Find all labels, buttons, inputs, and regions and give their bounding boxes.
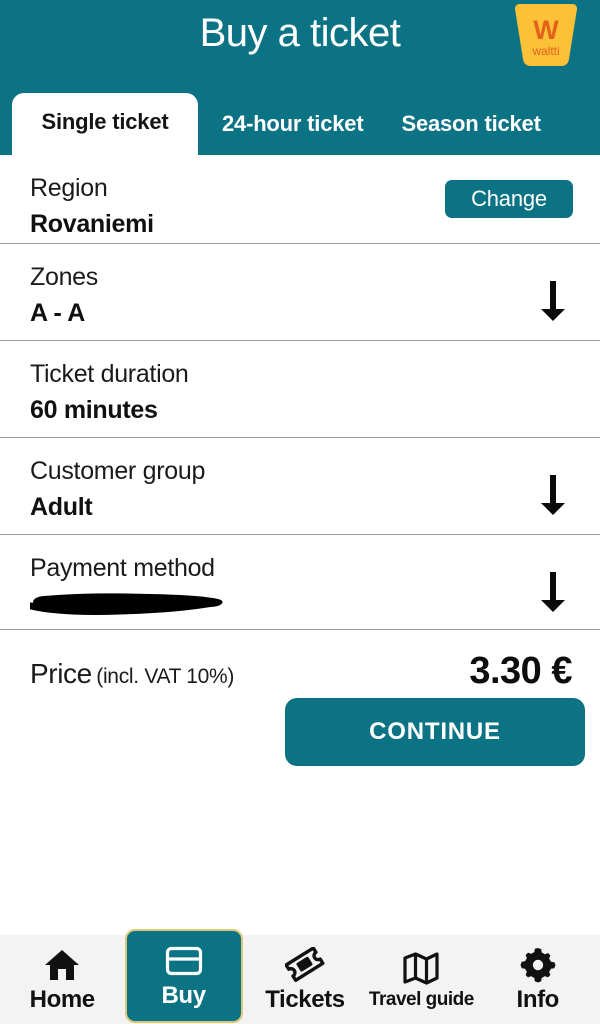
row-ticket-duration[interactable]: Ticket duration 60 minutes [0, 341, 600, 438]
nav-item-info[interactable]: Info [484, 937, 592, 1023]
row-customer-group[interactable]: Customer group Adult [0, 438, 600, 535]
row-zones-text: Zones A - A [30, 261, 98, 330]
price-amount: 3.30 € [469, 650, 572, 692]
row-ticket-duration-label: Ticket duration [30, 360, 189, 388]
row-customer-group-text: Customer group Adult [30, 455, 205, 524]
app-header: Buy a ticket W waltti Single ticket 24-h… [0, 0, 600, 155]
waltti-logo: W waltti [511, 3, 581, 68]
price-row: Price (incl. VAT 10%) 3.30 € [0, 630, 600, 692]
row-region-text: Region Rovaniemi [30, 172, 154, 241]
row-ticket-duration-value: 60 minutes [30, 396, 158, 424]
nav-label-buy: Buy [161, 982, 207, 1009]
svg-text:waltti: waltti [531, 44, 559, 58]
price-label-group: Price (incl. VAT 10%) [30, 658, 234, 690]
bottom-navigation-bar: Home Buy Tickets Travel guide Info [0, 928, 600, 1024]
row-region[interactable]: Region Rovaniemi Change [0, 155, 600, 244]
tab-season-ticket[interactable]: Season ticket [401, 99, 540, 155]
tab-single-ticket[interactable]: Single ticket [12, 93, 198, 155]
price-vat-note: (incl. VAT 10%) [96, 665, 235, 688]
row-region-label: Region [30, 174, 108, 202]
row-region-value: Rovaniemi [30, 210, 154, 238]
nav-item-buy[interactable]: Buy [124, 928, 243, 1023]
nav-label-tickets: Tickets [265, 986, 345, 1013]
ticket-icon [284, 945, 325, 985]
row-payment-method[interactable]: Payment method [0, 535, 600, 630]
row-zones-value: A - A [30, 299, 85, 327]
nav-label-travel-guide: Travel guide [368, 989, 474, 1010]
row-customer-group-label: Customer group [30, 457, 206, 485]
row-ticket-duration-text: Ticket duration 60 minutes [30, 358, 189, 427]
nav-item-tickets[interactable]: Tickets [251, 937, 359, 1023]
nav-label-home: Home [29, 986, 95, 1013]
nav-item-home[interactable]: Home [8, 937, 116, 1023]
svg-text:W: W [533, 15, 559, 45]
ticket-type-tabs: Single ticket 24-hour ticket Season tick… [0, 93, 600, 155]
row-zones[interactable]: Zones A - A [0, 244, 600, 341]
page-title: Buy a ticket [199, 11, 401, 55]
continue-button[interactable]: CONTINUE [285, 698, 585, 766]
row-payment-method-text: Payment method [30, 552, 226, 616]
nav-item-travel-guide[interactable]: Travel guide [367, 937, 475, 1023]
home-icon [43, 945, 81, 985]
credit-card-icon [165, 941, 203, 981]
row-payment-method-label: Payment method [30, 554, 215, 582]
redacted-payment-method-value [30, 590, 226, 616]
nav-label-info: Info [516, 986, 560, 1013]
gear-icon [520, 945, 556, 985]
price-label: Price [30, 658, 92, 689]
arrow-down-icon[interactable] [536, 473, 570, 517]
buy-ticket-screen: Buy a ticket W waltti Single ticket 24-h… [0, 0, 600, 1024]
change-region-button[interactable]: Change [445, 180, 573, 218]
map-icon [402, 948, 440, 988]
arrow-down-icon[interactable] [536, 279, 570, 323]
arrow-down-icon[interactable] [536, 570, 570, 614]
row-zones-label: Zones [30, 263, 98, 291]
ticket-form: Region Rovaniemi Change Zones A - A Tick… [0, 155, 600, 935]
tab-24-hour-ticket[interactable]: 24-hour ticket [222, 99, 364, 155]
row-customer-group-value: Adult [30, 493, 93, 521]
continue-button-area: CONTINUE [0, 692, 600, 766]
